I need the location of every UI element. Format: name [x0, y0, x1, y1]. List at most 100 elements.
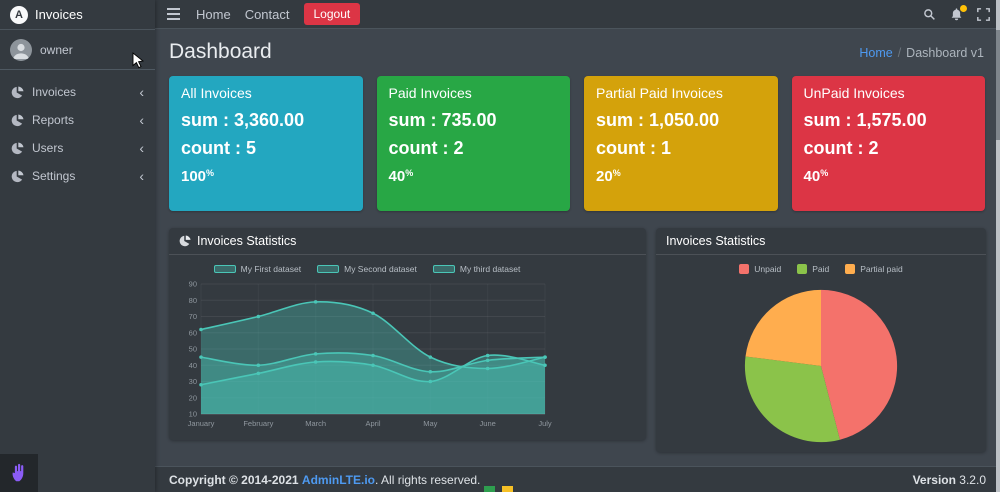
svg-text:50: 50: [189, 345, 197, 354]
top-navbar: Home Contact Logout: [155, 0, 1000, 29]
adminlte-link[interactable]: AdminLTE.io: [302, 473, 375, 487]
info-box-percent: 40%: [388, 168, 414, 185]
legend-item[interactable]: My First dataset: [213, 264, 302, 274]
legend-label: My third dataset: [459, 264, 521, 274]
svg-text:40: 40: [189, 361, 197, 370]
brand-link[interactable]: A Invoices: [0, 0, 155, 30]
svg-text:90: 90: [189, 280, 197, 289]
pie-chart-card: Invoices Statistics Unpaid Paid Partial pa…: [656, 228, 986, 452]
brand-title: Invoices: [35, 7, 83, 22]
pie-chart-svg: [744, 289, 898, 443]
info-box-percent: 20%: [596, 168, 621, 185]
pie-chart-legend: Unpaid Paid Partial paid: [664, 260, 978, 278]
user-name-link[interactable]: owner: [40, 43, 73, 57]
fullscreen-icon[interactable]: [977, 7, 990, 21]
percent-sign: %: [820, 168, 829, 178]
extension-hand-icon[interactable]: [0, 454, 38, 492]
line-chart-card-body: My First dataset My Second dataset My thir…: [169, 255, 646, 443]
legend-item[interactable]: Partial paid: [845, 264, 903, 274]
legend-label: Unpaid: [754, 264, 782, 274]
bell-icon[interactable]: [950, 4, 967, 21]
legend-label: My Second dataset: [344, 264, 417, 274]
chevron-left-icon: ‹: [139, 84, 144, 100]
percent-sign: %: [612, 168, 621, 178]
pie-chart-card-body: Unpaid Paid Partial paid: [656, 255, 986, 457]
legend-item[interactable]: Paid: [797, 264, 829, 274]
breadcrumb-current: Dashboard v1: [906, 46, 984, 60]
legend-swatch: [797, 264, 808, 274]
scrollbar-track[interactable]: [996, 0, 1000, 492]
sidebar-item-settings[interactable]: Settings ‹: [0, 162, 155, 190]
breadcrumb: Home / Dashboard v1: [859, 46, 984, 60]
svg-text:30: 30: [189, 377, 197, 386]
footer-copyright: Copyright © 2014-2021 AdminLTE.io. All r…: [169, 473, 480, 487]
logout-button[interactable]: Logout: [303, 3, 361, 25]
line-chart-legend: My First dataset My Second dataset My thir…: [177, 260, 557, 278]
sidebar-menu: Invoices ‹ Reports ‹ Users ‹ Settings ‹: [0, 70, 155, 190]
svg-text:April: April: [365, 419, 380, 428]
breadcrumb-home-link[interactable]: Home: [859, 46, 892, 60]
search-icon[interactable]: [923, 8, 936, 21]
taskbar-app-icon[interactable]: [502, 486, 513, 492]
chevron-left-icon: ‹: [139, 112, 144, 128]
pie-chart-card-header: Invoices Statistics: [656, 228, 986, 255]
info-box: All Invoices sum : 3,360.00 count : 5 10…: [169, 76, 363, 211]
svg-text:10: 10: [189, 410, 197, 419]
info-box-count: count : 5: [181, 138, 256, 158]
info-box-title: Paid Invoices: [388, 85, 472, 101]
legend-swatch: [213, 265, 236, 273]
nav-link-contact[interactable]: Contact: [245, 7, 290, 22]
legend-swatch: [317, 265, 340, 273]
nav-link-home[interactable]: Home: [196, 7, 231, 22]
legend-item[interactable]: Unpaid: [739, 264, 781, 274]
sidebar-item-label: Reports: [32, 113, 75, 127]
info-box-sum: sum : 735.00: [388, 110, 497, 130]
brand-logo-icon: A: [10, 5, 28, 24]
sidebar-item-users[interactable]: Users ‹: [0, 134, 155, 162]
sidebar-item-reports[interactable]: Reports ‹: [0, 106, 155, 134]
info-box-sum: sum : 1,050.00: [596, 110, 720, 130]
svg-text:80: 80: [189, 296, 197, 305]
scrollbar-thumb[interactable]: [996, 30, 1000, 140]
taskbar-app-icon[interactable]: [484, 486, 495, 492]
notification-badge: [960, 4, 967, 12]
card-title: Invoices Statistics: [666, 234, 766, 248]
page-title: Dashboard: [169, 40, 272, 63]
chart-pie-icon: [11, 169, 24, 183]
info-box-sum: sum : 3,360.00: [181, 110, 305, 130]
sidebar-item-label: Invoices: [32, 85, 77, 99]
chart-pie-icon: [179, 235, 191, 247]
svg-text:20: 20: [189, 393, 197, 402]
line-chart-card-header: Invoices Statistics: [169, 228, 646, 255]
svg-text:February: February: [243, 419, 273, 428]
info-box-sum: sum : 1,575.00: [803, 110, 927, 130]
legend-label: My First dataset: [240, 264, 302, 274]
taskbar-peek: [484, 486, 513, 492]
legend-item[interactable]: My Second dataset: [317, 264, 417, 274]
percent-sign: %: [206, 168, 215, 178]
legend-swatch: [845, 264, 856, 274]
info-box-count: count : 2: [803, 138, 879, 158]
info-box-count: count : 1: [596, 138, 671, 158]
svg-text:July: July: [538, 419, 552, 428]
legend-item[interactable]: My third dataset: [432, 264, 521, 274]
hamburger-menu-icon[interactable]: [165, 5, 182, 23]
sidebar-item-invoices[interactable]: Invoices ‹: [0, 78, 155, 106]
svg-text:June: June: [480, 419, 496, 428]
card-title: Invoices Statistics: [197, 234, 297, 248]
avatar: [10, 39, 32, 61]
version-value: 3.2.0: [959, 472, 986, 487]
chevron-left-icon: ‹: [139, 140, 144, 156]
legend-swatch: [432, 265, 455, 273]
version-label: Version: [912, 472, 956, 487]
info-box: Partial Paid Invoices sum : 1,050.00 cou…: [584, 76, 778, 211]
info-box: UnPaid Invoices sum : 1,575.00 count : 2…: [791, 76, 985, 211]
chart-pie-icon: [11, 113, 24, 127]
sidebar-item-label: Settings: [32, 169, 76, 183]
sidebar: A Invoices owner Invoices ‹ Reports ‹ Us…: [0, 0, 155, 492]
chart-pie-icon: [11, 85, 24, 99]
sidebar-item-label: Users: [32, 141, 64, 155]
info-box-title: Partial Paid Invoices: [596, 85, 723, 101]
legend-label: Partial paid: [860, 264, 903, 274]
app-window: A Invoices owner Invoices ‹ Reports ‹ Us…: [0, 0, 1000, 492]
